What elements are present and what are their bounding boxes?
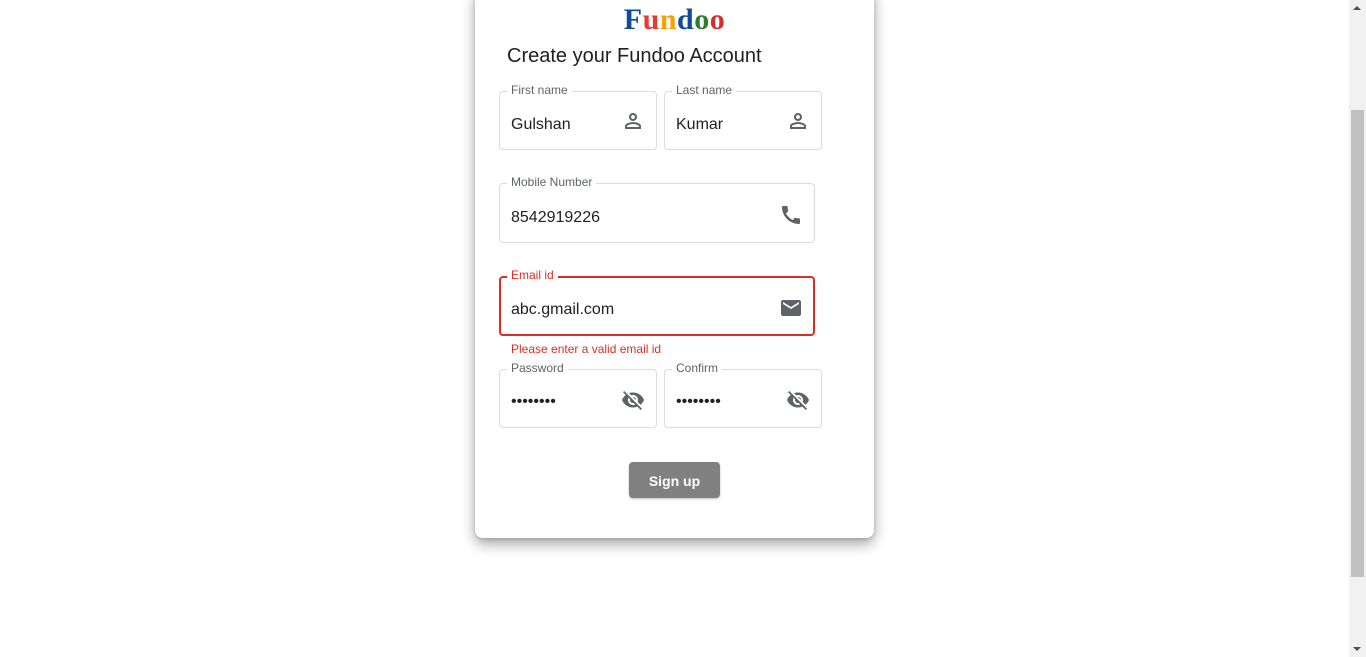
logo-letter: n — [659, 3, 677, 36]
mobile-number-field[interactable]: Mobile Number 8542919226 — [499, 175, 815, 243]
logo-letter: d — [677, 3, 695, 36]
sign-up-button[interactable]: Sign up — [629, 462, 720, 498]
confirm-password-value[interactable]: •••••••• — [676, 392, 721, 412]
person-icon — [621, 109, 645, 133]
last-name-label: Last name — [672, 83, 737, 97]
scroll-down-arrow-icon[interactable] — [1349, 640, 1366, 657]
phone-icon — [779, 203, 803, 227]
person-icon — [786, 109, 810, 133]
confirm-password-field[interactable]: Confirm •••••••• — [664, 361, 822, 428]
email-value[interactable]: abc.gmail.com — [511, 300, 614, 320]
visibility-off-icon[interactable] — [621, 388, 645, 412]
first-name-label: First name — [507, 83, 572, 97]
mail-icon — [779, 296, 803, 320]
fundoo-logo: Fundoo — [475, 2, 874, 38]
password-field[interactable]: Password •••••••• — [499, 361, 657, 428]
scrollbar-thumb[interactable] — [1351, 110, 1364, 577]
logo-letter: o — [694, 3, 710, 36]
signup-card: Fundoo Create your Fundoo Account First … — [475, 0, 874, 538]
last-name-field[interactable]: Last name Kumar — [664, 83, 822, 150]
email-label: Email id — [507, 268, 558, 282]
visibility-off-icon[interactable] — [786, 388, 810, 412]
logo-letter: u — [642, 3, 660, 36]
scroll-up-arrow-icon[interactable] — [1349, 0, 1366, 17]
vertical-scrollbar[interactable] — [1349, 0, 1366, 657]
email-field[interactable]: Email id abc.gmail.com — [499, 268, 815, 336]
first-name-value[interactable]: Gulshan — [511, 115, 571, 135]
logo-letter: o — [709, 3, 726, 36]
mobile-number-value[interactable]: 8542919226 — [511, 208, 600, 228]
logo-letter: F — [623, 3, 643, 36]
email-error-message: Please enter a valid email id — [511, 342, 662, 356]
password-value[interactable]: •••••••• — [511, 392, 556, 412]
password-label: Password — [507, 361, 568, 375]
last-name-value[interactable]: Kumar — [676, 115, 723, 135]
confirm-password-label: Confirm — [672, 361, 723, 375]
page-title: Create your Fundoo Account — [507, 45, 762, 67]
first-name-field[interactable]: First name Gulshan — [499, 83, 657, 150]
mobile-number-label: Mobile Number — [507, 175, 597, 189]
